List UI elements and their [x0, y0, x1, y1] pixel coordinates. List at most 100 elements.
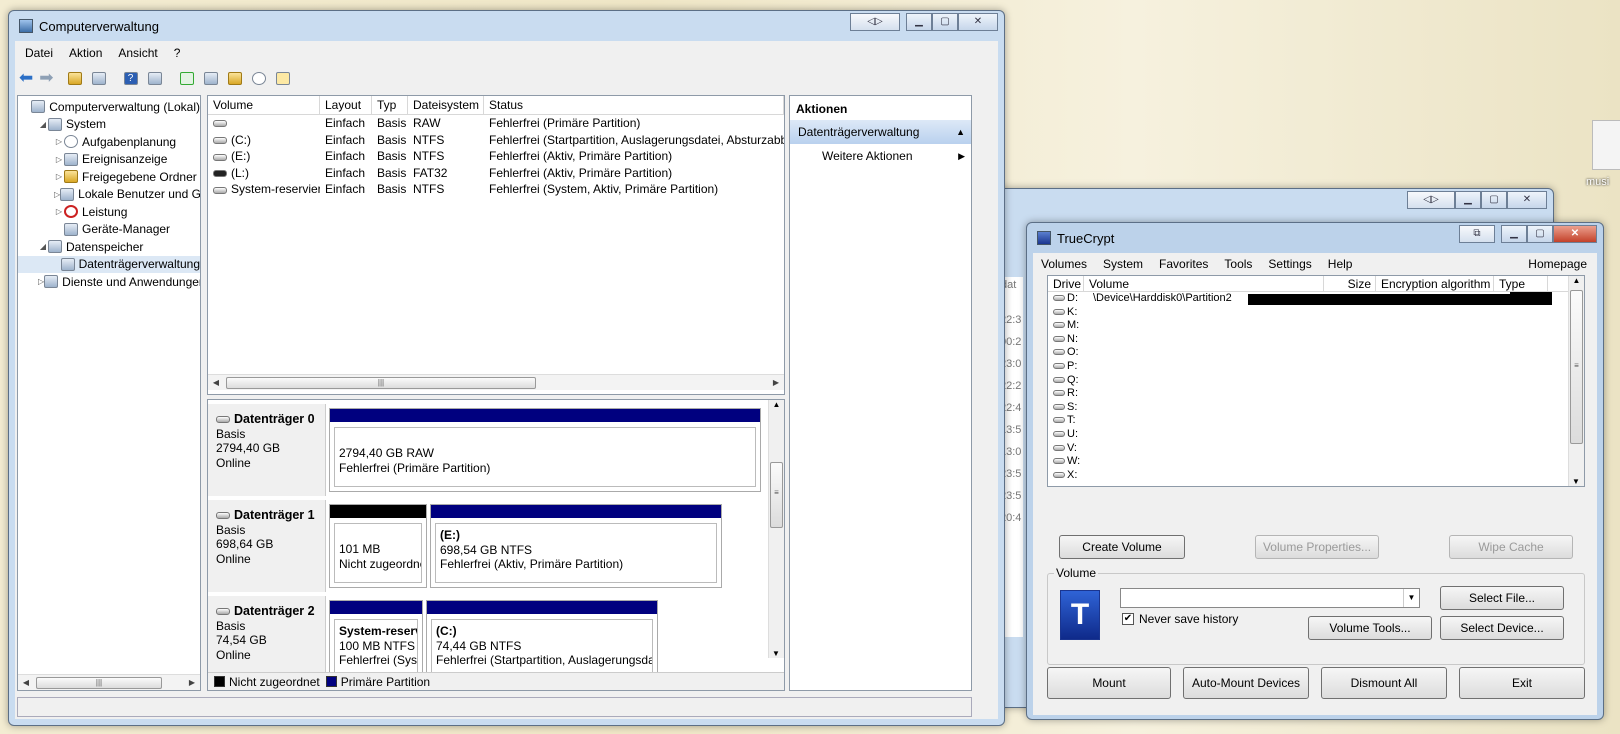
minimize-icon[interactable]: ▁: [1501, 225, 1527, 243]
column-header[interactable]: Status: [484, 96, 784, 114]
scroll-thumb[interactable]: ≡: [770, 462, 783, 528]
minimize-icon[interactable]: ▁: [1455, 191, 1481, 209]
menu-item[interactable]: Datei: [17, 46, 61, 60]
back-arrow-icon[interactable]: ⬅: [19, 68, 33, 88]
properties-icon[interactable]: [203, 71, 218, 85]
column-header[interactable]: Volume: [208, 96, 320, 114]
scroll-left-icon[interactable]: ◀: [208, 375, 224, 391]
select-device-button[interactable]: Select Device...: [1440, 616, 1564, 640]
open-folder-icon[interactable]: [227, 71, 242, 85]
drive-row[interactable]: N:: [1048, 333, 1584, 347]
show-hide-action-icon[interactable]: [147, 71, 162, 85]
desktop-icon[interactable]: [1592, 120, 1620, 170]
maximize-icon[interactable]: ▢: [1527, 225, 1553, 243]
drive-row[interactable]: S:: [1048, 401, 1584, 415]
drive-row[interactable]: P:: [1048, 360, 1584, 374]
menu-item[interactable]: Settings: [1260, 257, 1319, 271]
expander-icon[interactable]: ◢: [38, 120, 48, 129]
scroll-right-icon[interactable]: ▶: [768, 375, 784, 391]
column-header[interactable]: Drive: [1048, 276, 1084, 291]
auto-mount-button[interactable]: Auto-Mount Devices: [1183, 667, 1309, 699]
snap-icon[interactable]: ◁▷: [850, 13, 900, 31]
menu-item[interactable]: Help: [1320, 257, 1361, 271]
settings-icon[interactable]: [275, 71, 290, 85]
disk-row[interactable]: Datenträger 1 Basis 698,64 GB Online 101 MB N…: [208, 500, 722, 592]
tree-horizontal-scrollbar[interactable]: ◀ ||| ▶: [18, 674, 200, 690]
drive-row[interactable]: U:: [1048, 428, 1584, 442]
volume-properties-button[interactable]: Volume Properties...: [1255, 535, 1379, 559]
table-row[interactable]: System-reserviert Einfach Basis NTFS Fehlerf…: [208, 181, 784, 198]
drive-list[interactable]: Drive Volume Size Encryption algorithm Type …: [1047, 275, 1585, 487]
drive-row[interactable]: T:: [1048, 414, 1584, 428]
tree-item[interactable]: Geräte-Manager: [18, 221, 200, 239]
column-header[interactable]: Dateisystem: [408, 96, 484, 114]
tree-item[interactable]: Datenträgerverwaltung: [18, 255, 200, 273]
close-icon[interactable]: ✕: [1553, 225, 1597, 243]
expander-icon[interactable]: ▷: [54, 155, 64, 164]
forward-arrow-icon[interactable]: ➡: [39, 68, 53, 88]
search-icon[interactable]: [251, 71, 266, 85]
tree-item[interactable]: ▷ Dienste und Anwendungen: [18, 273, 200, 291]
table-row[interactable]: (E:) Einfach Basis NTFS Fehlerfrei (Aktiv, P…: [208, 148, 784, 165]
disk-vertical-scrollbar[interactable]: ▲ ≡ ▼: [768, 400, 784, 658]
drive-list-scrollbar[interactable]: ▲ ≡ ▼: [1568, 276, 1584, 486]
more-actions-item[interactable]: Weitere Aktionen ▶: [790, 144, 971, 168]
volume-list[interactable]: Volume Layout Typ Dateisystem Status Einfach…: [207, 95, 785, 395]
close-icon[interactable]: ✕: [1507, 191, 1547, 209]
menu-item[interactable]: System: [1095, 257, 1151, 271]
scroll-thumb[interactable]: ≡: [1570, 290, 1583, 444]
column-header[interactable]: Volume: [1084, 276, 1324, 291]
close-icon[interactable]: ✕: [958, 13, 998, 31]
drive-row[interactable]: Q:: [1048, 374, 1584, 388]
partition[interactable]: 101 MB Nicht zugeordne: [329, 504, 427, 588]
wipe-cache-button[interactable]: Wipe Cache: [1449, 535, 1573, 559]
expander-icon[interactable]: ▷: [54, 207, 64, 216]
disk-graphic-view[interactable]: Datenträger 0 Basis 2794,40 GB Online 2794,4…: [207, 399, 785, 691]
desktop-icon-label[interactable]: musi: [1586, 176, 1609, 188]
tree-item[interactable]: ▷ Ereignisanzeige: [18, 151, 200, 169]
drive-row[interactable]: W:: [1048, 455, 1584, 469]
partition[interactable]: 2794,40 GB RAW Fehlerfrei (Primäre Partit…: [329, 408, 761, 492]
scroll-thumb[interactable]: |||: [36, 677, 162, 689]
scroll-down-icon[interactable]: ▼: [769, 649, 783, 658]
scroll-thumb[interactable]: |||: [226, 377, 536, 389]
tree-item[interactable]: ▷ Freigegebene Ordner: [18, 168, 200, 186]
snap-icon[interactable]: ⧉: [1459, 225, 1495, 243]
actions-section-header[interactable]: Datenträgerverwaltung ▲: [790, 120, 971, 144]
volume-tools-button[interactable]: Volume Tools...: [1308, 616, 1432, 640]
column-header[interactable]: Type: [1494, 276, 1548, 291]
help-icon[interactable]: ?: [123, 71, 138, 85]
snap-icon[interactable]: ◁▷: [1407, 191, 1455, 209]
scroll-up-icon[interactable]: ▲: [1569, 276, 1584, 290]
column-header[interactable]: Size: [1324, 276, 1376, 291]
column-header[interactable]: Typ: [372, 96, 408, 114]
maximize-icon[interactable]: ▢: [932, 13, 958, 31]
drive-row[interactable]: R:: [1048, 387, 1584, 401]
homepage-link[interactable]: Homepage: [1528, 257, 1587, 271]
drive-row[interactable]: D: \Device\Harddisk0\Partition2: [1048, 292, 1584, 306]
mount-button[interactable]: Mount: [1047, 667, 1171, 699]
collapse-arrow-icon[interactable]: ▲: [956, 127, 965, 137]
volume-path-combobox[interactable]: ▼: [1120, 588, 1420, 608]
never-save-history-checkbox[interactable]: ✔ Never save history: [1122, 612, 1238, 626]
expander-icon[interactable]: ▷: [54, 172, 64, 181]
disk-row[interactable]: Datenträger 0 Basis 2794,40 GB Online 2794,4…: [208, 404, 761, 496]
minimize-icon[interactable]: ▁: [906, 13, 932, 31]
expander-icon[interactable]: ▷: [54, 137, 64, 146]
menu-item[interactable]: ?: [166, 46, 189, 60]
column-header[interactable]: Encryption algorithm: [1376, 276, 1494, 291]
drive-row[interactable]: X:: [1048, 469, 1584, 483]
tree-item[interactable]: ◢ Datenspeicher: [18, 238, 200, 256]
tree-item[interactable]: ◢ System: [18, 116, 200, 134]
menu-item[interactable]: Tools: [1216, 257, 1260, 271]
dismount-all-button[interactable]: Dismount All: [1321, 667, 1447, 699]
navigation-tree[interactable]: Computerverwaltung (Lokal) ◢ System ▷ Aufgab…: [17, 95, 201, 691]
scroll-right-icon[interactable]: ▶: [184, 675, 200, 690]
expander-icon[interactable]: ◢: [38, 242, 48, 251]
refresh-icon[interactable]: [179, 71, 194, 85]
partition[interactable]: (E:) 698,54 GB NTFS Fehlerfrei (Aktiv, Pri…: [430, 504, 722, 588]
exit-button[interactable]: Exit: [1459, 667, 1585, 699]
checkbox-check-icon[interactable]: ✔: [1122, 613, 1134, 625]
show-hide-tree-icon[interactable]: [91, 71, 106, 85]
dropdown-arrow-icon[interactable]: ▼: [1403, 589, 1419, 607]
